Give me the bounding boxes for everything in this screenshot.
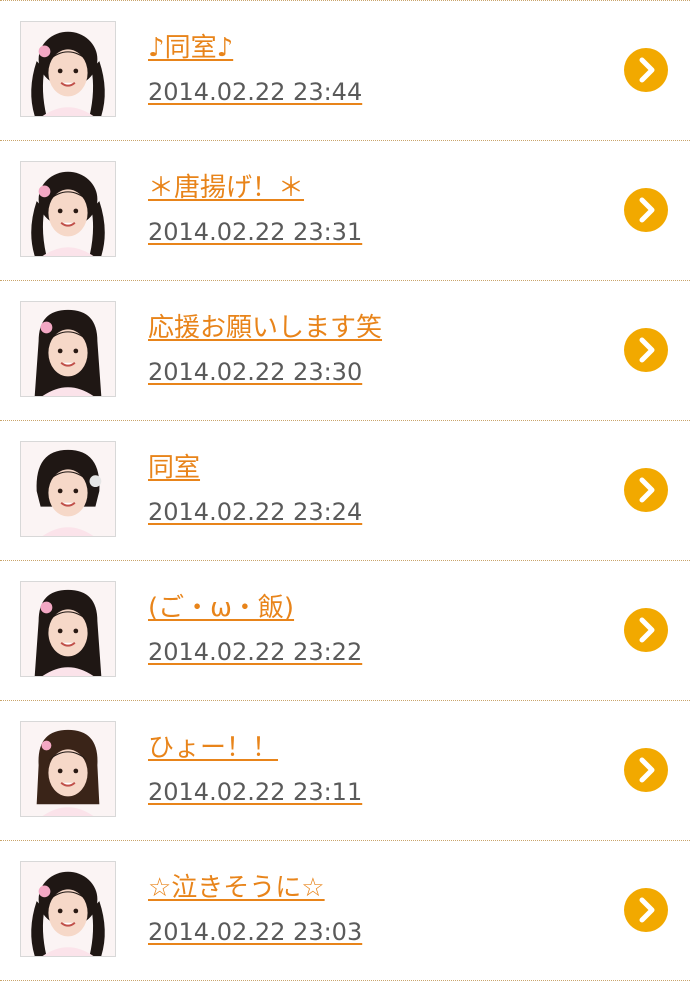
member-avatar[interactable] <box>20 301 116 397</box>
chevron-right-icon[interactable] <box>624 468 668 512</box>
member-photo-icon <box>21 582 115 676</box>
post-title-link[interactable]: ☆泣きそうに☆ <box>148 871 325 905</box>
post-title-link[interactable]: 応援お願いします笑 <box>148 311 382 345</box>
member-avatar[interactable] <box>20 161 116 257</box>
member-photo-icon <box>21 722 115 816</box>
member-photo-icon <box>21 162 115 256</box>
chevron-right-icon[interactable] <box>624 48 668 92</box>
post-date-link[interactable]: 2014.02.22 23:11 <box>148 775 362 809</box>
member-photo-icon <box>21 862 115 956</box>
blog-post-row[interactable]: 同室 2014.02.22 23:24 <box>0 421 690 561</box>
post-date-link[interactable]: 2014.02.22 23:44 <box>148 75 362 109</box>
blog-post-row[interactable]: (ご・ω・飯) 2014.02.22 23:22 <box>0 561 690 701</box>
post-title-link[interactable]: 同室 <box>148 451 200 485</box>
member-avatar[interactable] <box>20 581 116 677</box>
chevron-right-icon[interactable] <box>624 188 668 232</box>
member-photo-icon <box>21 22 115 116</box>
chevron-right-icon[interactable] <box>624 888 668 932</box>
post-date-link[interactable]: 2014.02.22 23:24 <box>148 495 362 529</box>
chevron-right-icon[interactable] <box>624 608 668 652</box>
blog-post-row[interactable]: ＊唐揚げ！＊ 2014.02.22 23:31 <box>0 141 690 281</box>
blog-post-row[interactable]: ♪同室♪ 2014.02.22 23:44 <box>0 1 690 141</box>
member-photo-icon <box>21 442 115 536</box>
post-date-link[interactable]: 2014.02.22 23:22 <box>148 635 362 669</box>
post-title-link[interactable]: ♪同室♪ <box>148 31 233 65</box>
post-date-link[interactable]: 2014.02.22 23:31 <box>148 215 362 249</box>
blog-post-list: ♪同室♪ 2014.02.22 23:44 ＊唐揚げ！＊ 2014.02.22 23:… <box>0 0 690 982</box>
post-title-link[interactable]: ひょー！！ <box>148 731 278 765</box>
member-avatar[interactable] <box>20 861 116 957</box>
post-title-link[interactable]: (ご・ω・飯) <box>148 591 294 625</box>
member-avatar[interactable] <box>20 21 116 117</box>
blog-post-row[interactable]: 応援お願いします笑 2014.02.22 23:30 <box>0 281 690 421</box>
member-avatar[interactable] <box>20 721 116 817</box>
member-photo-icon <box>21 302 115 396</box>
blog-post-row[interactable]: ☆泣きそうに☆ 2014.02.22 23:03 <box>0 841 690 981</box>
chevron-right-icon[interactable] <box>624 328 668 372</box>
post-date-link[interactable]: 2014.02.22 23:30 <box>148 355 362 389</box>
blog-post-row[interactable]: ひょー！！ 2014.02.22 23:11 <box>0 701 690 841</box>
chevron-right-icon[interactable] <box>624 748 668 792</box>
post-title-link[interactable]: ＊唐揚げ！＊ <box>148 171 304 205</box>
post-date-link[interactable]: 2014.02.22 23:03 <box>148 915 362 949</box>
member-avatar[interactable] <box>20 441 116 537</box>
